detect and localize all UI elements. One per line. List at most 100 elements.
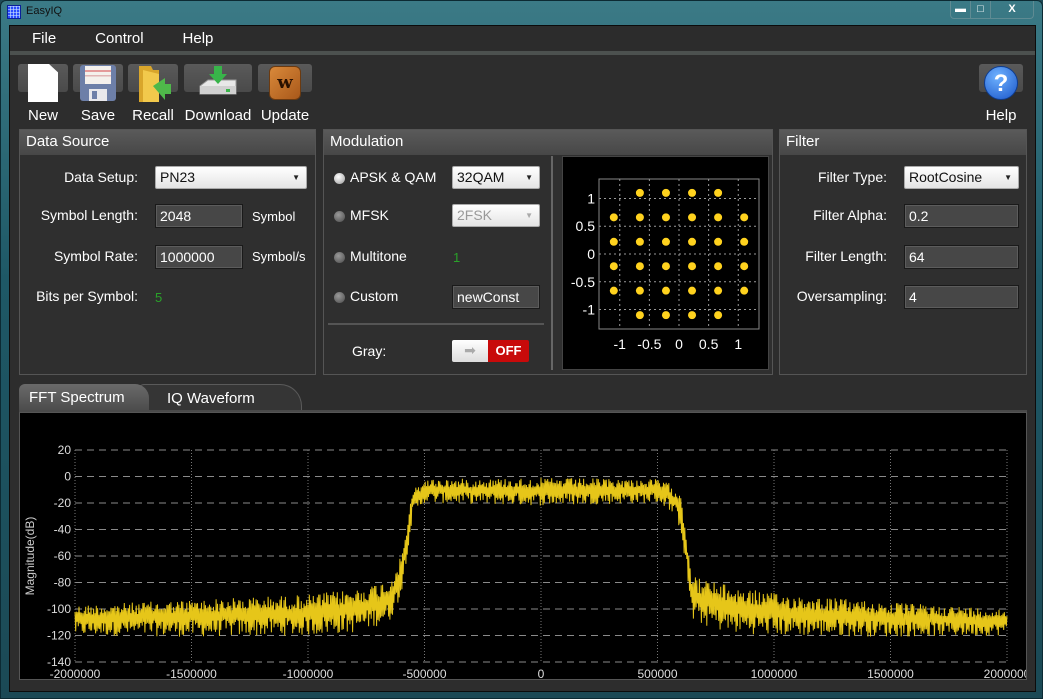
constellation-point xyxy=(714,262,723,271)
toolbar: New Save Recall Download w Update ? Help xyxy=(10,59,1035,127)
fsk-order-select[interactable]: 2FSK ▼ xyxy=(452,204,540,227)
window-controls: ▬ □ X xyxy=(950,1,1034,19)
filter-length-input[interactable]: 64 xyxy=(904,245,1019,269)
y-tick-label: -100 xyxy=(47,602,71,616)
constellation-point xyxy=(740,213,749,222)
y-axis-label: Magnitude(dB) xyxy=(23,517,37,596)
custom-label[interactable]: Custom xyxy=(350,288,398,304)
constellation-point xyxy=(661,188,670,197)
x-tick-label: -0.5 xyxy=(637,336,661,352)
menu-control[interactable]: Control xyxy=(73,30,143,47)
constellation-point xyxy=(635,188,644,197)
symbol-rate-input[interactable]: 1000000 xyxy=(155,245,243,269)
filter-panel: Filter Filter Type: RootCosine ▼ Filter … xyxy=(779,129,1027,375)
qam-order-select[interactable]: 32QAM ▼ xyxy=(452,166,540,189)
chevron-down-icon: ▼ xyxy=(1004,173,1012,182)
symbol-length-label: Symbol Length: xyxy=(40,207,138,223)
constellation-svg: -1 -0.5 0 0.5 1 1 0.5 0 -0.5 -1 xyxy=(571,178,760,352)
vertical-divider xyxy=(551,156,553,370)
x-tick-label: 1500000 xyxy=(867,667,914,679)
constellation-point xyxy=(661,213,670,222)
app-window: EasyIQ ▬ □ X File Control Help New Save … xyxy=(0,0,1043,699)
chevron-down-icon: ▼ xyxy=(525,211,533,220)
y-tick-label: 0.5 xyxy=(576,218,596,234)
apsk-qam-radio[interactable] xyxy=(334,173,345,184)
constellation-point xyxy=(740,262,749,271)
panel-title: Modulation xyxy=(324,130,772,155)
data-setup-label: Data Setup: xyxy=(64,169,138,185)
constellation-point xyxy=(609,237,618,246)
download-button[interactable]: Download xyxy=(184,64,252,124)
symbol-rate-unit: Symbol/s xyxy=(252,249,306,264)
x-tick-label: 2000000 xyxy=(984,667,1026,679)
custom-radio[interactable] xyxy=(334,292,345,303)
maximize-button[interactable]: □ xyxy=(971,1,991,18)
filter-alpha-input[interactable]: 0.2 xyxy=(904,204,1019,228)
oversampling-input[interactable]: 4 xyxy=(904,285,1019,309)
save-button[interactable]: Save xyxy=(73,64,123,124)
mfsk-radio[interactable] xyxy=(334,211,345,222)
gray-toggle[interactable]: ➡ OFF xyxy=(452,340,529,362)
x-tick-label: -1 xyxy=(614,336,627,352)
y-tick-label: -1 xyxy=(583,302,596,318)
client-area: File Control Help New Save Recall Downlo… xyxy=(9,25,1036,695)
x-tick-label: 0.5 xyxy=(699,336,719,352)
constellation-plot: -1 -0.5 0 0.5 1 1 0.5 0 -0.5 -1 xyxy=(562,156,769,370)
constellation-point xyxy=(609,262,618,271)
x-tick-label: -1000000 xyxy=(283,667,334,679)
update-button[interactable]: w Update xyxy=(258,64,312,124)
symbol-length-input[interactable]: 2048 xyxy=(155,204,243,228)
multitone-label[interactable]: Multitone xyxy=(350,248,407,264)
constellation-point xyxy=(714,311,723,320)
menu-help[interactable]: Help xyxy=(161,30,214,47)
folder-recall-icon xyxy=(133,64,173,104)
constellation-point xyxy=(635,213,644,222)
minimize-button[interactable]: ▬ xyxy=(951,1,971,18)
x-tick-label: -500000 xyxy=(402,667,446,679)
filter-alpha-label: Filter Alpha: xyxy=(813,207,887,223)
new-button[interactable]: New xyxy=(18,64,68,124)
constellation-point xyxy=(609,286,618,295)
symbol-rate-label: Symbol Rate: xyxy=(53,248,138,264)
y-tick-label: -0.5 xyxy=(571,274,595,290)
custom-constellation-input[interactable]: newConst xyxy=(452,285,540,309)
x-tick-label: 0 xyxy=(538,667,545,679)
tab-fft-spectrum[interactable]: FFT Spectrum xyxy=(19,384,149,412)
constellation-point xyxy=(688,188,697,197)
download-drive-icon xyxy=(196,64,240,102)
tab-iq-waveform[interactable]: IQ Waveform xyxy=(138,384,302,412)
apsk-qam-label[interactable]: APSK & QAM xyxy=(350,169,436,185)
app-logo-icon xyxy=(7,5,21,19)
multitone-radio[interactable] xyxy=(334,252,345,263)
panel-title: Filter xyxy=(780,130,1026,155)
oversampling-label: Oversampling: xyxy=(796,288,887,304)
title-bar: EasyIQ ▬ □ X xyxy=(1,1,1042,25)
menu-bar: File Control Help xyxy=(10,26,1035,55)
modulation-panel: Modulation APSK & QAM 32QAM ▼ MFSK 2FSK … xyxy=(323,129,773,375)
filter-type-label: Filter Type: xyxy=(818,169,887,185)
data-setup-select[interactable]: PN23 ▼ xyxy=(155,166,307,189)
y-tick-label: 0 xyxy=(587,246,595,262)
toggle-state: OFF xyxy=(488,340,529,362)
multitone-value: 1 xyxy=(453,250,461,265)
floppy-disk-icon xyxy=(79,64,117,102)
x-tick-label: 1000000 xyxy=(751,667,798,679)
view-tabs: IQ Waveform FFT Spectrum xyxy=(10,384,1035,412)
close-button[interactable]: X xyxy=(991,1,1033,18)
x-tick-label: 1 xyxy=(734,336,742,352)
symbol-length-unit: Symbol xyxy=(252,209,296,224)
filter-length-label: Filter Length: xyxy=(805,248,887,264)
constellation-point xyxy=(609,213,618,222)
new-document-icon xyxy=(28,64,58,102)
filter-type-select[interactable]: RootCosine ▼ xyxy=(904,166,1019,189)
constellation-point xyxy=(661,311,670,320)
help-button[interactable]: ? Help xyxy=(979,64,1023,124)
recall-button[interactable]: Recall xyxy=(128,64,178,124)
menu-file[interactable]: File xyxy=(10,30,56,47)
x-tick-label: -1500000 xyxy=(166,667,217,679)
window-title: EasyIQ xyxy=(26,5,63,17)
y-tick-label: -80 xyxy=(54,576,72,590)
mfsk-label[interactable]: MFSK xyxy=(350,207,389,223)
y-tick-label: -40 xyxy=(54,523,72,537)
y-tick-label: -60 xyxy=(54,549,72,563)
